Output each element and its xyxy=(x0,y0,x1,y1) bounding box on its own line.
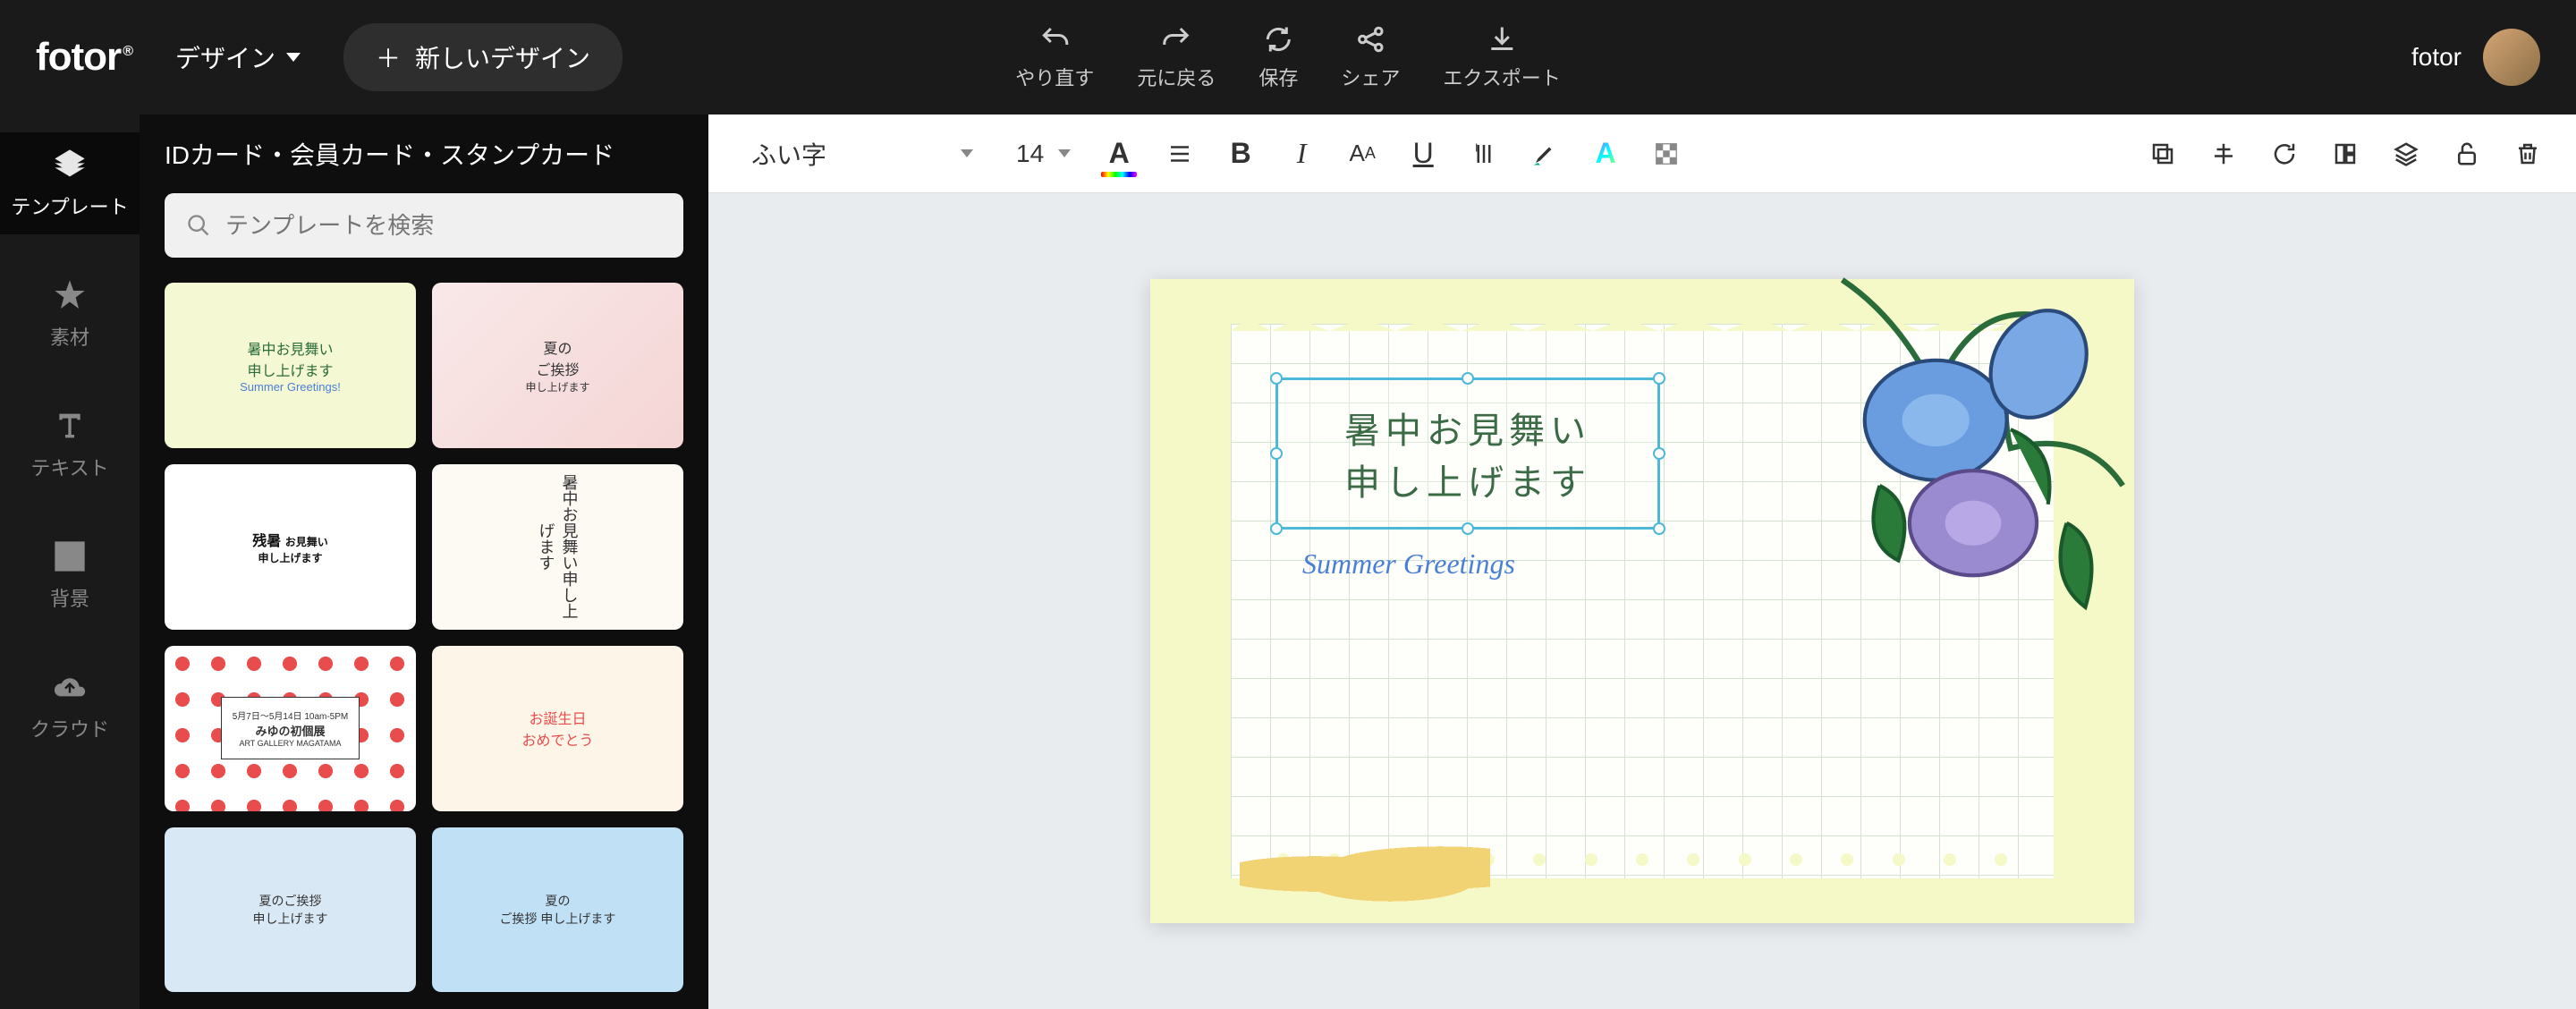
text-toolbar: ふい字 14 A B I AA U I A xyxy=(708,114,2576,193)
cloud-icon xyxy=(52,669,88,705)
text-line: 暑中お見舞い xyxy=(1344,402,1591,454)
text-line: 申し上げます xyxy=(1344,454,1591,505)
template-thumb[interactable]: 夏のご挨拶 申し上げます xyxy=(432,827,683,993)
share-button[interactable]: シェア xyxy=(1341,23,1400,91)
template-thumb[interactable]: 5月7日〜5月14日 10am-5PMみゆの初個展ART GALLERY MAG… xyxy=(165,646,416,811)
left-rail: テンプレート 素材 テキスト 背景 クラウド xyxy=(0,114,140,1009)
panel-title: IDカード・会員カード・スタンプカード xyxy=(165,136,683,172)
rail-elements[interactable]: 素材 xyxy=(0,263,140,365)
undo-button[interactable]: やり直す xyxy=(1015,23,1094,91)
bold-button[interactable]: B xyxy=(1221,134,1260,174)
search-box[interactable] xyxy=(165,193,683,258)
canvas-area: ふい字 14 A B I AA U I A xyxy=(708,114,2576,1009)
rotate-button[interactable] xyxy=(2265,134,2304,174)
italic-button[interactable]: I xyxy=(1282,134,1321,174)
template-thumb[interactable]: 暑中お見舞い申し上げますSummer Greetings! xyxy=(165,283,416,448)
resize-handle[interactable] xyxy=(1462,372,1474,385)
background-icon xyxy=(52,538,88,574)
new-design-button[interactable]: ＋ 新しいデザイン xyxy=(343,23,623,91)
straw-graphic[interactable] xyxy=(1240,843,1490,905)
user-name[interactable]: fotor xyxy=(2411,43,2462,72)
lock-button[interactable] xyxy=(2447,134,2487,174)
chevron-down-icon xyxy=(1058,149,1071,157)
layers-icon xyxy=(52,147,88,182)
export-button[interactable]: エクスポート xyxy=(1443,23,1560,91)
subtitle-text[interactable]: Summer Greetings xyxy=(1302,547,1515,581)
canvas-viewport[interactable]: 暑中お見舞い 申し上げます Summer Greetings xyxy=(708,193,2576,1009)
align-button[interactable] xyxy=(1160,134,1199,174)
chevron-down-icon xyxy=(961,149,973,157)
resize-handle[interactable] xyxy=(1270,447,1283,460)
header-right: fotor xyxy=(2411,29,2540,86)
resize-handle[interactable] xyxy=(1653,447,1665,460)
template-thumb[interactable]: お誕生日おめでとう xyxy=(432,646,683,811)
gradient-text-button[interactable]: A xyxy=(1586,134,1625,174)
template-thumb[interactable]: 夏のご挨拶申し上げます xyxy=(165,827,416,993)
resize-handle[interactable] xyxy=(1653,522,1665,535)
rail-text[interactable]: テキスト xyxy=(0,394,140,496)
font-select[interactable]: ふい字 xyxy=(737,127,987,181)
delete-button[interactable] xyxy=(2508,134,2547,174)
position-button[interactable] xyxy=(2326,134,2365,174)
download-icon xyxy=(1484,23,1520,55)
resize-handle[interactable] xyxy=(1270,372,1283,385)
logo[interactable]: fotor® xyxy=(36,35,132,80)
avatar[interactable] xyxy=(2483,29,2540,86)
sync-icon xyxy=(1260,23,1296,55)
highlight-button[interactable] xyxy=(1525,134,1564,174)
design-canvas[interactable]: 暑中お見舞い 申し上げます Summer Greetings xyxy=(1150,279,2134,923)
star-icon xyxy=(52,277,88,313)
chevron-down-icon xyxy=(286,53,301,62)
redo-button[interactable]: 元に戻る xyxy=(1137,23,1216,91)
resize-handle[interactable] xyxy=(1462,522,1474,535)
search-icon xyxy=(186,213,211,238)
transparency-button[interactable] xyxy=(1647,134,1686,174)
selected-text-element[interactable]: 暑中お見舞い 申し上げます xyxy=(1275,377,1660,530)
top-actions: やり直す 元に戻る 保存 シェア エクスポート xyxy=(1015,23,1560,91)
templates-grid: 暑中お見舞い申し上げますSummer Greetings! 夏のご挨拶申し上げま… xyxy=(165,283,683,992)
rail-background[interactable]: 背景 xyxy=(0,524,140,626)
plus-icon: ＋ xyxy=(376,39,401,75)
redo-icon xyxy=(1158,23,1194,55)
vertical-text-button[interactable]: I xyxy=(1464,134,1504,174)
underline-button[interactable]: U xyxy=(1403,134,1443,174)
undo-icon xyxy=(1037,23,1072,55)
duplicate-button[interactable] xyxy=(2143,134,2182,174)
svg-text:I: I xyxy=(1475,141,1478,154)
text-color-button[interactable]: A xyxy=(1099,134,1139,174)
share-icon xyxy=(1352,23,1388,55)
template-thumb[interactable]: 夏のご挨拶申し上げます xyxy=(432,283,683,448)
layer-button[interactable] xyxy=(2386,134,2426,174)
save-button[interactable]: 保存 xyxy=(1258,23,1298,91)
template-thumb[interactable]: 残暑 お見舞い申し上げます xyxy=(165,464,416,630)
rail-cloud[interactable]: クラウド xyxy=(0,655,140,757)
text-icon xyxy=(52,408,88,444)
design-dropdown[interactable]: デザイン xyxy=(161,32,315,82)
resize-handle[interactable] xyxy=(1653,372,1665,385)
align-center-button[interactable] xyxy=(2204,134,2243,174)
font-size-select[interactable]: 14 xyxy=(1009,131,1078,177)
resize-handle[interactable] xyxy=(1270,522,1283,535)
case-button[interactable]: AA xyxy=(1343,134,1382,174)
search-input[interactable] xyxy=(225,212,662,240)
flower-graphic[interactable] xyxy=(1776,261,2170,673)
app-header: fotor® デザイン ＋ 新しいデザイン やり直す 元に戻る 保存 シェア エ… xyxy=(0,0,2576,114)
templates-panel: IDカード・会員カード・スタンプカード 暑中お見舞い申し上げますSummer G… xyxy=(140,114,708,1009)
rail-templates[interactable]: テンプレート xyxy=(0,132,140,234)
template-thumb[interactable]: 暑中お見舞い申し上げます xyxy=(432,464,683,630)
